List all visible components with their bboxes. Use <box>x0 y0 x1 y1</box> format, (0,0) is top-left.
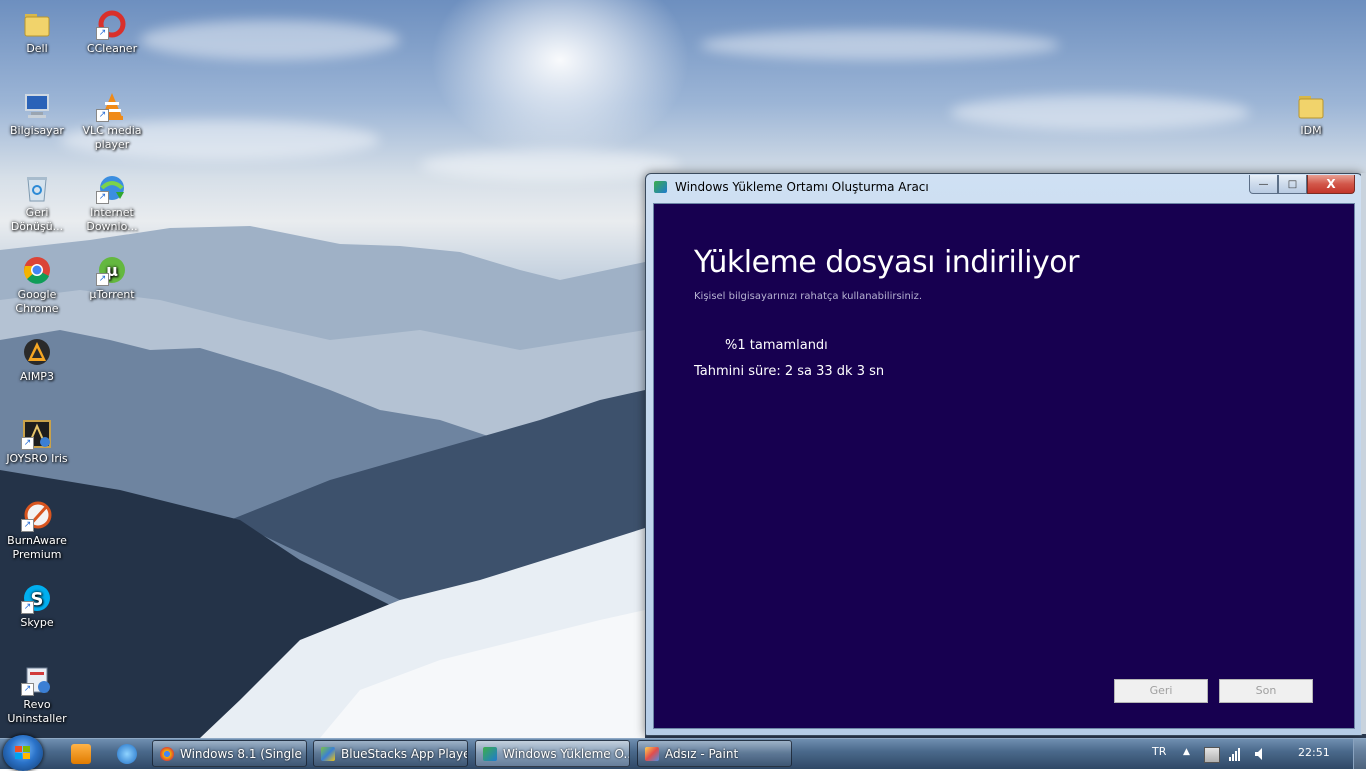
start-button[interactable] <box>3 735 43 771</box>
window-title: Windows Yükleme Ortamı Oluşturma Aracı <box>675 180 929 194</box>
close-icon: X <box>1326 177 1336 191</box>
window-titlebar[interactable]: Windows Yükleme Ortamı Oluşturma Aracı —… <box>646 174 1362 202</box>
internet-download-manager-icon: ↗ <box>96 172 128 204</box>
desktop-icon-dell[interactable]: Dell <box>0 8 74 56</box>
desktop-icon-idm-folder[interactable]: IDM <box>1274 90 1348 138</box>
maximize-icon: □ <box>1287 178 1298 190</box>
desktop-icon-label: µTorrent <box>89 288 135 301</box>
close-button[interactable]: X <box>1307 175 1355 194</box>
ccleaner-icon: ↗ <box>96 8 128 40</box>
network-signal-icon[interactable] <box>1229 747 1243 761</box>
skype-icon: S ↗ <box>21 582 53 614</box>
joysro-icon: ↗ <box>21 418 53 450</box>
windows-logo-icon <box>15 746 31 760</box>
folder-icon <box>1295 90 1327 122</box>
desktop-icon-burnaware[interactable]: ↗ BurnAware Premium <box>0 500 74 562</box>
vlc-icon: ↗ <box>96 90 128 122</box>
folder-icon <box>21 8 53 40</box>
media-player-icon[interactable] <box>71 744 91 764</box>
desktop-icon-label: JOYSRO Iris <box>6 452 68 465</box>
desktop-icon-bilgisayar[interactable]: Bilgisayar <box>0 90 74 138</box>
utorrent-icon: µ ↗ <box>96 254 128 286</box>
recycle-bin-icon <box>21 172 53 204</box>
media-creation-tool-icon <box>483 747 497 761</box>
bluestacks-icon <box>321 747 335 761</box>
desktop-icon-ccleaner[interactable]: ↗ CCleaner <box>75 8 149 56</box>
internet-explorer-icon[interactable] <box>117 744 137 764</box>
burnaware-icon: ↗ <box>21 500 53 532</box>
taskbar-button-label: Windows Yükleme O... <box>503 747 630 761</box>
finish-button[interactable]: Son <box>1219 679 1313 703</box>
desktop-icon-label: BurnAware Premium <box>7 534 67 561</box>
taskbar-button-bluestacks[interactable]: BlueStacks App Player <box>313 740 468 767</box>
shortcut-arrow-icon: ↗ <box>21 601 34 614</box>
taskbar-button-chrome[interactable]: Windows 8.1 (Single ... <box>152 740 307 767</box>
desktop-icon-label: Geri Dönüşü... <box>10 206 64 233</box>
shortcut-arrow-icon: ↗ <box>21 683 34 696</box>
paint-icon <box>645 747 659 761</box>
desktop-icon-label: Revo Uninstaller <box>7 698 67 725</box>
desktop-icon-joysro-iris[interactable]: ↗ JOYSRO Iris <box>0 418 74 466</box>
chrome-icon <box>160 747 174 761</box>
maximize-button[interactable]: □ <box>1278 175 1307 194</box>
taskbar-button-label: BlueStacks App Player <box>341 747 468 761</box>
back-button[interactable]: Geri <box>1114 679 1208 703</box>
desktop-icon-utorrent[interactable]: µ ↗ µTorrent <box>75 254 149 302</box>
progress-status: %1 tamamlandı <box>725 338 828 353</box>
chrome-icon <box>21 254 53 286</box>
taskbar-button-label: Adsız - Paint <box>665 747 739 761</box>
taskbar: Windows 8.1 (Single ... BlueStacks App P… <box>0 735 1366 771</box>
window-controls: — □ X <box>1249 175 1355 194</box>
desktop-icon-label: Skype <box>20 616 54 629</box>
desktop-icon-google-chrome[interactable]: Google Chrome <box>0 254 74 316</box>
desktop-icon-label: IDM <box>1300 124 1322 137</box>
estimated-time: Tahmini süre: 2 sa 33 dk 3 sn <box>694 364 885 379</box>
media-creation-tool-icon <box>654 181 667 193</box>
shortcut-arrow-icon: ↗ <box>96 273 109 286</box>
shortcut-arrow-icon: ↗ <box>21 437 34 450</box>
show-desktop-button[interactable] <box>1353 739 1366 769</box>
language-indicator[interactable]: TR <box>1152 745 1166 758</box>
desktop-icon-label: Internet Downlo... <box>86 206 138 233</box>
shortcut-arrow-icon: ↗ <box>96 191 109 204</box>
desktop-icon-label: AIMP3 <box>20 370 54 383</box>
volume-icon[interactable] <box>1254 747 1268 761</box>
shortcut-arrow-icon: ↗ <box>21 519 34 532</box>
minimize-icon: — <box>1258 178 1269 190</box>
window-content: Yükleme dosyası indiriliyor Kişisel bilg… <box>653 203 1355 729</box>
desktop-icon-aimp3[interactable]: AIMP3 <box>0 336 74 384</box>
taskbar-button-media-creation-tool[interactable]: Windows Yükleme O... <box>475 740 630 767</box>
desktop-icon-recycle-bin[interactable]: Geri Dönüşü... <box>0 172 74 234</box>
computer-icon <box>21 90 53 122</box>
desktop-icon-vlc[interactable]: ↗ VLC media player <box>75 90 149 152</box>
taskbar-button-label: Windows 8.1 (Single ... <box>180 747 307 761</box>
shortcut-arrow-icon: ↗ <box>96 27 109 40</box>
desktop-icon-label: VLC media player <box>82 124 142 151</box>
minimize-button[interactable]: — <box>1249 175 1278 194</box>
page-title: Yükleme dosyası indiriliyor <box>694 245 1079 280</box>
action-center-icon[interactable] <box>1204 747 1220 763</box>
desktop-icon-revo-uninstaller[interactable]: ↗ Revo Uninstaller <box>0 664 74 726</box>
show-hidden-icons-icon[interactable]: ▲ <box>1183 747 1190 757</box>
desktop-icon-skype[interactable]: S ↗ Skype <box>0 582 74 630</box>
desktop-icon-label: Google Chrome <box>15 288 59 315</box>
desktop-icon-label: Bilgisayar <box>10 124 64 137</box>
revo-uninstaller-icon: ↗ <box>21 664 53 696</box>
shortcut-arrow-icon: ↗ <box>96 109 109 122</box>
media-creation-tool-window: Windows Yükleme Ortamı Oluşturma Aracı —… <box>645 173 1363 736</box>
aimp-icon <box>21 336 53 368</box>
system-clock[interactable]: 22:51 <box>1298 746 1330 759</box>
desktop-icon-label: CCleaner <box>86 42 138 55</box>
desktop-icon-internet-download-manager[interactable]: ↗ Internet Downlo... <box>75 172 149 234</box>
page-subtitle: Kişisel bilgisayarınızı rahatça kullanab… <box>694 291 922 302</box>
taskbar-button-paint[interactable]: Adsız - Paint <box>637 740 792 767</box>
desktop-icon-label: Dell <box>26 42 48 55</box>
window-edge <box>1361 173 1366 734</box>
